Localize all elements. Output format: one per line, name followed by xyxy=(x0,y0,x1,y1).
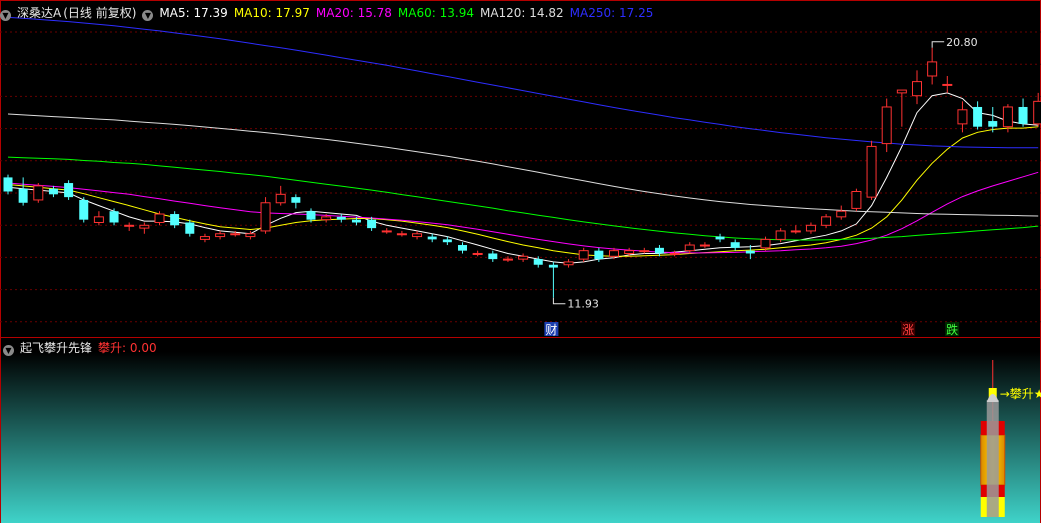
candle-body xyxy=(912,81,922,97)
signal-label: →攀升★ xyxy=(1000,387,1041,401)
candle-body xyxy=(745,250,755,254)
candle-body xyxy=(64,183,74,198)
candle-body xyxy=(805,224,816,232)
ma20-label: MA20: 15.78 xyxy=(315,6,392,20)
candle-body xyxy=(18,188,28,203)
candle-body xyxy=(760,238,771,249)
candle-body xyxy=(442,239,452,243)
candle-body xyxy=(291,197,301,203)
candle-body xyxy=(715,236,725,240)
candle-body xyxy=(381,230,392,233)
candle-body xyxy=(896,89,907,94)
candle-body xyxy=(927,61,938,77)
ma60-label: MA60: 13.94 xyxy=(397,6,474,20)
sub-indicator-value: 攀升: 0.00 xyxy=(98,341,157,355)
high-price-label: 20.80 xyxy=(946,36,978,49)
sub-panel-background xyxy=(0,352,1041,523)
candle-body xyxy=(170,214,180,226)
candle-body xyxy=(275,193,286,204)
candle-body xyxy=(548,264,558,268)
ma5-label: MA5: 17.39 xyxy=(159,6,228,20)
candle-body xyxy=(124,224,135,227)
candle-body xyxy=(260,202,271,232)
candle-body xyxy=(973,106,983,127)
zhang-tag: 涨 xyxy=(902,322,914,337)
candle-body xyxy=(639,250,650,253)
cai-tag: 财 xyxy=(545,323,557,337)
high-marker-line xyxy=(931,41,945,48)
candle-body xyxy=(154,213,165,223)
candle-body xyxy=(563,261,574,266)
candle-body xyxy=(957,109,968,125)
candle-body xyxy=(533,259,543,265)
candle-body xyxy=(488,253,498,260)
candle-body xyxy=(730,242,740,248)
candle-body xyxy=(396,233,407,236)
candle-body xyxy=(699,244,710,247)
candle-body xyxy=(215,233,226,238)
indicator-settings-icon[interactable]: ▼ xyxy=(142,10,154,21)
candle-body xyxy=(3,177,13,192)
candle-body xyxy=(821,216,832,226)
candle-body xyxy=(427,236,437,240)
main-panel-header: ▼ 深桑达A (日线 前复权) ▼ MA5: 17.39 MA10: 17.97 MA20:… xyxy=(0,4,659,22)
candle-body xyxy=(33,185,44,201)
candle-body xyxy=(684,244,695,252)
candle-body xyxy=(185,222,195,234)
candle-body xyxy=(578,250,589,260)
candle-body xyxy=(351,219,361,223)
low-price-label: 11.93 xyxy=(567,298,599,311)
candle-body xyxy=(851,190,862,209)
ma250-label: MA250: 17.25 xyxy=(569,6,654,20)
sub-indicator-name: 起飞攀升先锋 xyxy=(20,341,93,355)
candle-body xyxy=(1002,106,1013,128)
candle-body xyxy=(836,210,847,218)
signal-rocket-shaft xyxy=(986,400,999,517)
candle-body xyxy=(109,211,119,223)
sub-collapse-toggle-icon[interactable]: ▼ xyxy=(3,345,14,356)
candle-body xyxy=(594,250,604,260)
candle-body xyxy=(458,245,467,251)
chart-canvas: 20.80 11.93 财 涨 跌 →攀升★ xyxy=(0,0,1041,523)
candle-body xyxy=(988,121,998,127)
candle-body xyxy=(866,145,877,198)
candle-body xyxy=(1018,106,1028,124)
candle-body xyxy=(48,188,58,195)
sub-panel-header: ▼ 起飞攀升先锋 攀升: 0.00 xyxy=(0,339,163,357)
ma120-label: MA120: 14.82 xyxy=(479,6,564,20)
candle-body xyxy=(139,224,150,229)
candle-body xyxy=(412,233,423,238)
stock-name: 深桑达A xyxy=(17,6,62,20)
candle-body xyxy=(624,250,635,254)
candle-body xyxy=(472,252,483,255)
candle-body xyxy=(93,216,104,223)
candle-body xyxy=(230,233,241,236)
die-tag: 跌 xyxy=(946,322,958,337)
candle-body xyxy=(79,199,89,220)
candle-body xyxy=(790,230,801,233)
candle-body xyxy=(609,250,619,257)
candle-body xyxy=(321,216,332,221)
candle-body xyxy=(306,211,316,220)
low-marker-line xyxy=(552,297,566,305)
candle-body xyxy=(245,233,256,238)
candle-body xyxy=(367,219,377,229)
candle-body xyxy=(199,236,210,240)
period-label: (日线 前复权) xyxy=(63,6,137,20)
candle-body xyxy=(775,230,786,240)
candle-body xyxy=(518,255,529,260)
candle-body xyxy=(669,252,680,255)
collapse-toggle-icon[interactable]: ▼ xyxy=(0,10,11,21)
ma10-label: MA10: 17.97 xyxy=(233,6,310,20)
candle-body xyxy=(881,106,892,145)
candle-body xyxy=(502,258,513,261)
candle-body xyxy=(654,247,664,254)
candle-body xyxy=(1033,100,1041,125)
candle-body xyxy=(336,216,346,220)
candle-body xyxy=(942,83,953,86)
